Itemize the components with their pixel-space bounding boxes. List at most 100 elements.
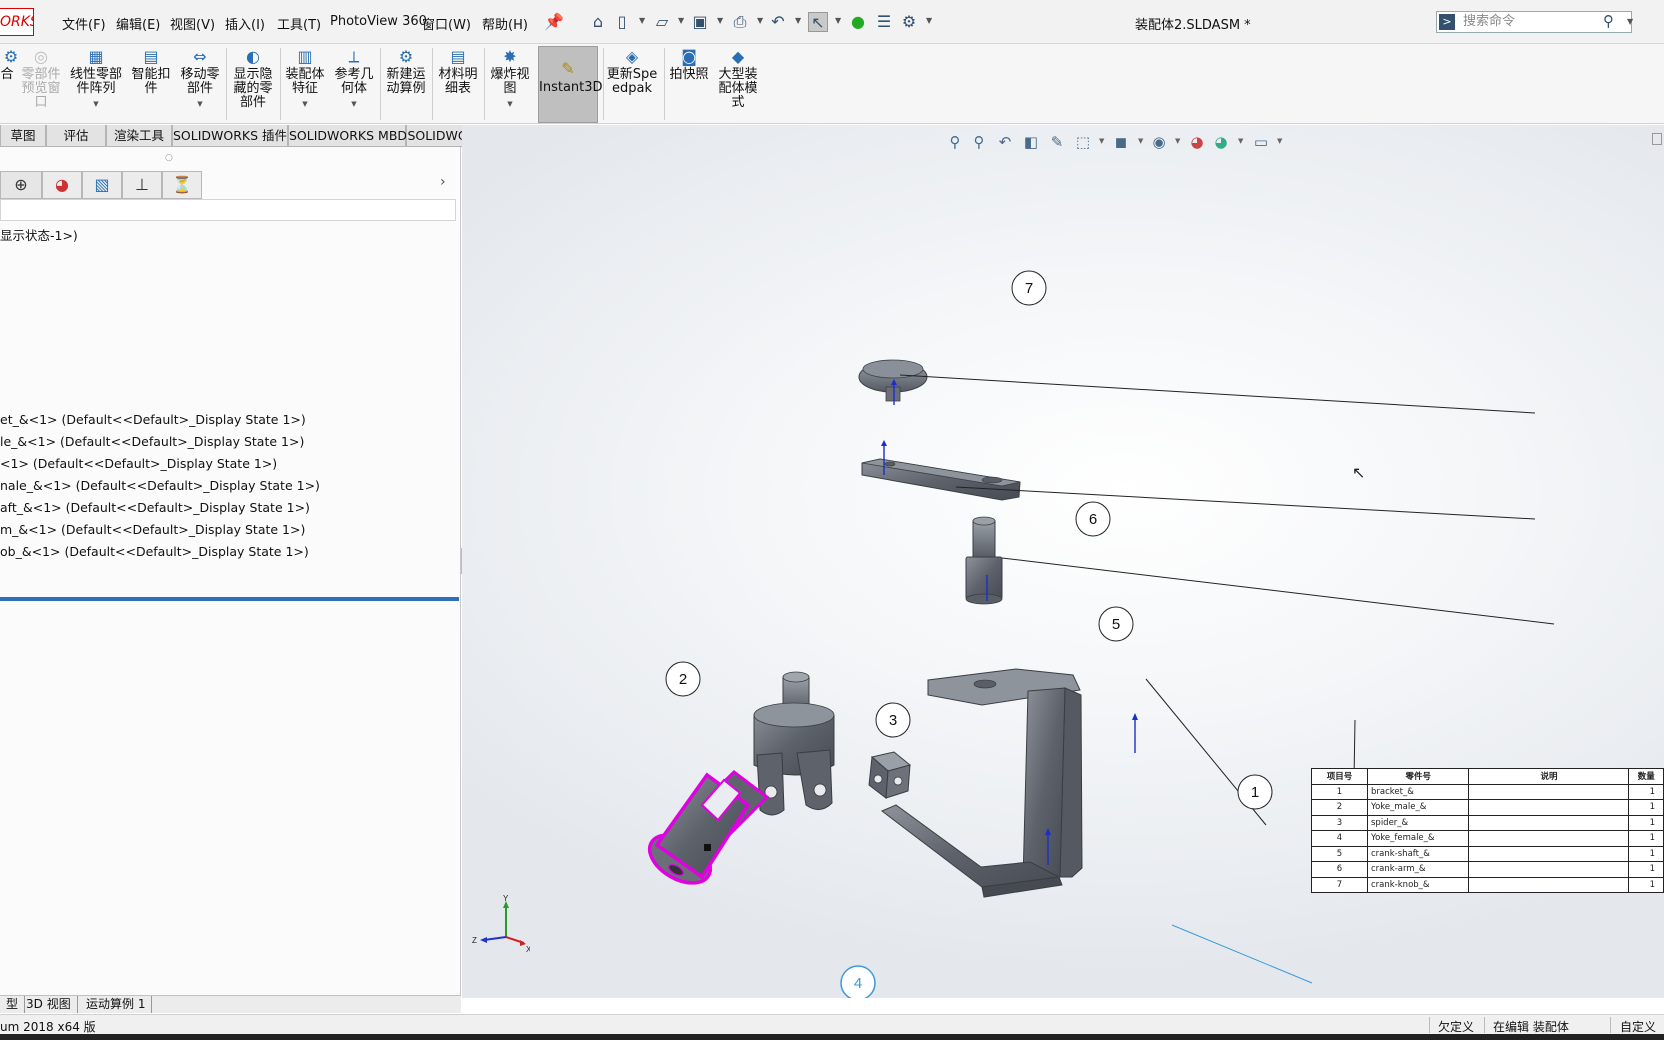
balloon-5[interactable]: 5 — [1098, 606, 1134, 642]
ribbon-button-bill-of-materials[interactable]: ▤ 材料明细表 — [436, 48, 480, 96]
tree-item-component[interactable]: m_&<1> (Default<<Default>_Display State … — [0, 522, 305, 537]
bill-of-materials-table[interactable]: 项目号 零件号 说明 数量 1 bracket_& 1 2 Yoke_male_& 1 … — [1311, 768, 1664, 893]
menu-tools[interactable]: 工具(T) — [277, 14, 321, 33]
balloon-1[interactable]: 1 — [1237, 774, 1273, 810]
ribbon-button-assembly[interactable]: ⚙ 合 — [0, 48, 18, 82]
chevron-down-icon[interactable]: ▼ — [332, 97, 376, 111]
table-row[interactable]: 6 crank-arm_& 1 — [1311, 861, 1664, 878]
tree-item-component[interactable]: nale_&<1> (Default<<Default>_Display Sta… — [0, 478, 320, 493]
table-row[interactable]: 2 Yoke_male_& 1 — [1311, 799, 1664, 816]
ribbon-button-move-component[interactable]: ⇔ 移动零部件 ▼ — [178, 48, 222, 111]
ribbon-button-component-preview[interactable]: ◎ 零部件预览窗口 — [20, 48, 62, 110]
ribbon-button-exploded-view[interactable]: ✸ 爆炸视图 ▼ — [488, 48, 532, 111]
ribbon-button-new-motion-study[interactable]: ⚙ 新建运动算例 — [384, 48, 428, 96]
ribbon-button-assembly-features[interactable]: ▥ 装配体特征 ▼ — [284, 48, 326, 111]
ribbon-button-reference-geometry[interactable]: ⟂ 参考几何体 ▼ — [332, 48, 376, 111]
new-document-icon[interactable]: ▯ — [612, 12, 632, 32]
tab-solidworks-addins[interactable]: SOLIDWORKS 插件 — [172, 125, 288, 147]
table-row[interactable]: 1 bracket_& 1 — [1311, 783, 1664, 800]
print-icon[interactable]: ⎙ — [730, 12, 750, 32]
ribbon-button-smart-fasteners[interactable]: ▤ 智能扣件 — [130, 48, 172, 96]
ribbon-button-linear-pattern[interactable]: ▦ 线性零部件阵列 ▼ — [68, 48, 124, 111]
tab-sketch[interactable]: 草图 — [0, 125, 46, 147]
tree-item-component[interactable]: et_&<1> (Default<<Default>_Display State… — [0, 412, 306, 427]
chevron-down-icon[interactable]: ▼ — [757, 16, 763, 25]
balloon-leader-selected — [1171, 924, 1313, 984]
ribbon-button-instant3d[interactable]: ✎ Instant3D — [538, 46, 603, 123]
tree-item-component[interactable]: <1> (Default<<Default>_Display State 1>) — [0, 456, 277, 471]
tree-filter-input[interactable] — [0, 199, 456, 221]
balloon-3[interactable]: 3 — [875, 702, 911, 738]
panel-grip[interactable]: ○ — [165, 153, 173, 163]
ribbon-button-update-speedpak[interactable]: ◈ 更新Speedpak — [604, 48, 660, 96]
search-icon[interactable]: ⚲ — [1603, 12, 1614, 30]
chevron-down-icon[interactable]: ▼ — [178, 97, 222, 111]
chevron-down-icon[interactable]: ▼ — [284, 97, 326, 111]
table-row[interactable]: 4 Yoke_female_& 1 — [1311, 830, 1664, 847]
undo-icon[interactable]: ↶ — [768, 12, 788, 32]
chevron-down-icon[interactable]: ▼ — [926, 16, 932, 25]
ribbon-button-take-snapshot[interactable]: ◙ 拍快照 — [668, 48, 710, 82]
rollback-bar[interactable] — [0, 597, 459, 601]
chevron-down-icon[interactable]: ▼ — [639, 16, 645, 25]
file-properties-icon[interactable]: ☰ — [874, 12, 894, 32]
menu-file[interactable]: 文件(F) — [62, 14, 106, 33]
part-bracket[interactable] — [881, 668, 1138, 898]
reference-triad[interactable]: Y Z X — [470, 895, 530, 955]
graphics-area[interactable]: ⚲ ⚲ ↶ ◧ ✎ ⬚ ▼ ◼ ▼ ◉ ▼ ◕ ◕ ▼ ▭ ▼ 7 6 5 2 … — [462, 125, 1664, 998]
feature-manager-icon[interactable]: ⊕ — [0, 171, 42, 199]
display-manager-icon[interactable]: ⏳ — [162, 171, 202, 199]
save-icon[interactable]: ▣ — [690, 12, 710, 32]
balloon-7[interactable]: 7 — [1011, 270, 1047, 306]
home-icon[interactable]: ⌂ — [588, 12, 608, 32]
tab-render-tools[interactable]: 渲染工具 — [106, 125, 172, 147]
ribbon-button-large-assembly-mode[interactable]: ◆ 大型装配体模式 — [716, 48, 760, 110]
balloon-6[interactable]: 6 — [1075, 501, 1111, 537]
ribbon-button-show-hidden[interactable]: ◐ 显示隐藏的零部件 — [232, 48, 274, 110]
select-icon[interactable]: ↖ — [808, 12, 828, 32]
open-icon[interactable]: ▱ — [652, 12, 672, 32]
tree-item-component[interactable]: le_&<1> (Default<<Default>_Display State… — [0, 434, 304, 449]
menu-insert[interactable]: 插入(I) — [225, 14, 265, 33]
menu-help[interactable]: 帮助(H) — [482, 14, 528, 33]
part-crank-shaft[interactable] — [965, 516, 1003, 605]
chevron-down-icon[interactable]: ▼ — [68, 97, 124, 111]
dimxpert-icon[interactable]: ⊥ — [122, 171, 162, 199]
part-spider[interactable] — [868, 751, 912, 799]
chevron-down-icon[interactable]: ▼ — [795, 16, 801, 25]
table-row[interactable]: 5 crank-shaft_& 1 — [1311, 845, 1664, 862]
menu-window[interactable]: 窗口(W) — [422, 14, 471, 33]
chevron-down-icon[interactable]: ▼ — [1627, 17, 1633, 26]
chevron-down-icon[interactable]: ▼ — [488, 97, 532, 111]
part-yoke-female-selected[interactable] — [641, 770, 770, 893]
rebuild-traffic-light-icon[interactable]: ● — [848, 12, 868, 32]
pin-icon[interactable]: 📌 — [544, 12, 564, 32]
tree-item-component[interactable]: aft_&<1> (Default<<Default>_Display Stat… — [0, 500, 310, 515]
table-row[interactable]: 7 crank-knob_& 1 — [1311, 876, 1664, 893]
balloon-2[interactable]: 2 — [665, 661, 701, 697]
menu-view[interactable]: 视图(V) — [170, 14, 215, 33]
part-crank-arm[interactable] — [861, 440, 1021, 501]
property-manager-icon[interactable]: ◕ — [42, 171, 82, 199]
menu-edit[interactable]: 编辑(E) — [116, 14, 160, 33]
balloon-4-selected[interactable]: 4 — [840, 965, 876, 998]
table-row[interactable]: 3 spider_& 1 — [1311, 814, 1664, 831]
options-gear-icon[interactable]: ⚙ — [899, 12, 919, 32]
solidworks-logo[interactable]: ORKS — [0, 8, 34, 36]
tree-item-component[interactable]: ob_&<1> (Default<<Default>_Display State… — [0, 544, 309, 559]
status-units[interactable]: 自定义 — [1620, 1018, 1656, 1035]
tree-item-display-state[interactable]: 显示状态-1>) — [0, 225, 78, 244]
part-yoke-male[interactable] — [753, 671, 835, 816]
part-crank-knob[interactable] — [858, 359, 928, 405]
chevron-down-icon[interactable]: ▼ — [678, 16, 684, 25]
chevron-down-icon[interactable]: ▼ — [717, 16, 723, 25]
tab-motion-study-1[interactable]: 运动算例 1 — [80, 996, 153, 1013]
tab-3d-views[interactable]: 3D 视图 — [20, 996, 78, 1013]
command-manager-ribbon: ⚙ 合 ◎ 零部件预览窗口 ▦ 线性零部件阵列 ▼ ▤ 智能扣件 ⇔ 移动零部件… — [0, 44, 1664, 124]
configuration-manager-icon[interactable]: ▧ — [82, 171, 122, 199]
chevron-down-icon[interactable]: ▼ — [835, 16, 841, 25]
tab-solidworks-mbd[interactable]: SOLIDWORKS MBD — [288, 125, 407, 147]
menu-photoview[interactable]: PhotoView 360 — [330, 14, 427, 29]
chevron-right-icon[interactable]: › — [440, 174, 446, 190]
tab-evaluate[interactable]: 评估 — [46, 125, 106, 147]
